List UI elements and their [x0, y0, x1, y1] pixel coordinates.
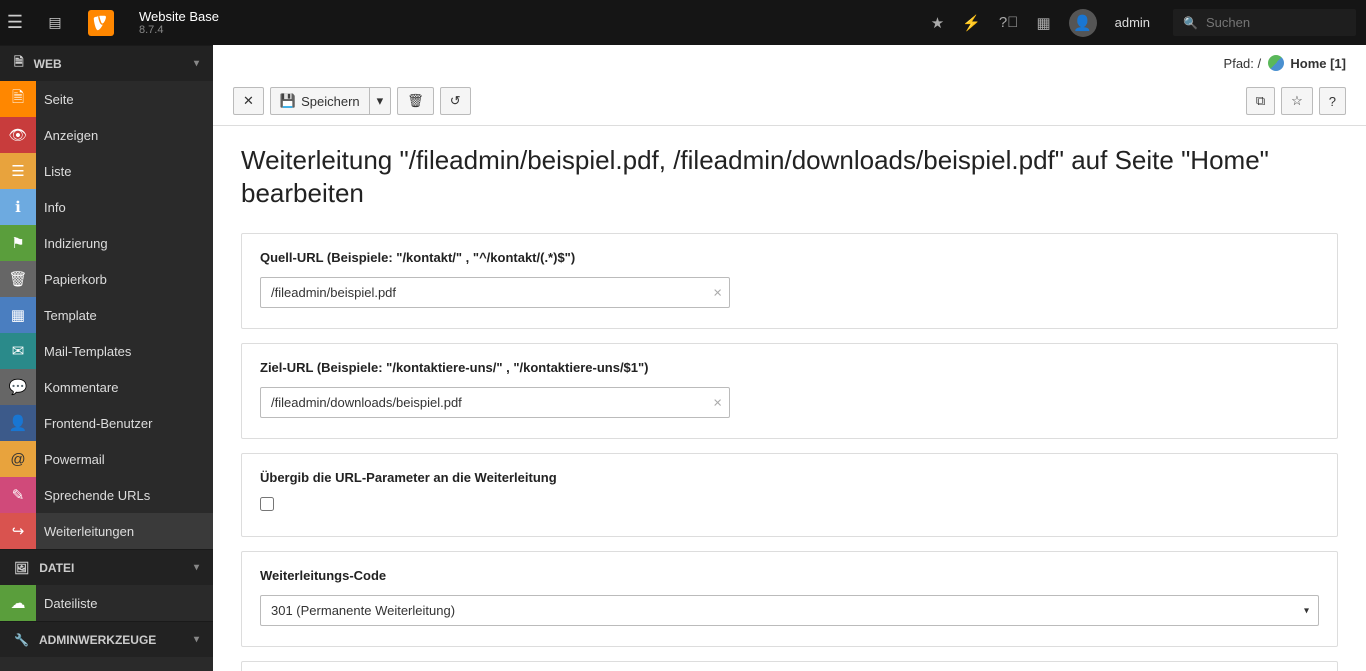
section-source-url: Quell-URL (Beispiele: "/kontakt/" , "^/k… [241, 233, 1338, 329]
info-icon: ℹ [0, 189, 36, 225]
nav-item-anzeigen[interactable]: 👁Anzeigen [0, 117, 213, 153]
index-icon: ⚑ [0, 225, 36, 261]
star-icon: ☆ [1291, 93, 1303, 109]
mail-icon: ✉ [0, 333, 36, 369]
nav-item-sprechende-urls[interactable]: ✎Sprechende URLs [0, 477, 213, 513]
topbar: ☰ ▤ Website Base 8.7.4 ★ ⚡ ?⃝ ▦ 👤 admin … [0, 0, 1366, 45]
question-icon: ? [1329, 94, 1336, 109]
menu-toggle-icon[interactable]: ☰ [0, 12, 30, 33]
typo3-logo [88, 10, 114, 36]
section-target-url: Ziel-URL (Beispiele: "/kontaktiere-uns/"… [241, 343, 1338, 439]
nav-item-powermail[interactable]: @Powermail [0, 441, 213, 477]
wrench-icon: 🔧 [14, 633, 29, 647]
undo-icon: ↺ [450, 93, 461, 109]
nav-item-seite[interactable]: 🗎Seite [0, 81, 213, 117]
save-icon: 💾 [280, 93, 296, 109]
target-url-input[interactable] [260, 387, 730, 418]
chevron-down-icon: ▾ [377, 93, 384, 109]
search-icon: 🔍 [1183, 16, 1198, 30]
eye-icon: 👁 [0, 117, 36, 153]
clear-icon[interactable]: × [713, 394, 722, 411]
filelist-icon: ☁ [0, 585, 36, 621]
app-icon[interactable]: ▦ [1036, 14, 1050, 32]
list-icon: ☰ [0, 153, 36, 189]
nav-header-admin[interactable]: 🔧 ADMINWERKZEUGE▾ [0, 621, 213, 657]
passparams-label: Übergib die URL-Parameter an die Weiterl… [260, 470, 1319, 485]
help-button[interactable]: ? [1319, 87, 1346, 115]
passparams-checkbox[interactable] [260, 497, 274, 511]
nav-item-template[interactable]: ▦Template [0, 297, 213, 333]
save-button[interactable]: 💾Speichern [270, 87, 370, 115]
site-version: 8.7.4 [139, 24, 219, 36]
code-select[interactable]: 301 (Permanente Weiterleitung) [260, 595, 1319, 626]
url-icon: ✎ [0, 477, 36, 513]
docheader: ✕ 💾Speichern ▾ 🗑 ↺ ⧉ ☆ ? [213, 77, 1366, 126]
source-url-input[interactable] [260, 277, 730, 308]
comment-icon: 💬 [0, 369, 36, 405]
bookmark-icon[interactable]: ★ [931, 14, 944, 32]
nav-item-indizierung[interactable]: ⚑Indizierung [0, 225, 213, 261]
nav-item-kommentare[interactable]: 💬Kommentare [0, 369, 213, 405]
external-icon: ⧉ [1256, 93, 1265, 109]
content-area: Pfad: / Home [1] ✕ 💾Speichern ▾ 🗑 ↺ ⧉ ☆ … [213, 45, 1366, 671]
nav-item-mailtemplates[interactable]: ✉Mail-Templates [0, 333, 213, 369]
nav-item-liste[interactable]: ☰Liste [0, 153, 213, 189]
close-button[interactable]: ✕ [233, 87, 264, 115]
flash-icon[interactable]: ⚡ [962, 14, 981, 32]
nav-item-dateiliste[interactable]: ☁Dateiliste [0, 585, 213, 621]
powermail-icon: @ [0, 441, 36, 477]
search-box[interactable]: 🔍 [1173, 9, 1356, 36]
code-label: Weiterleitungs-Code [260, 568, 1319, 583]
section-description: Beschreibung [241, 661, 1338, 671]
source-url-label: Quell-URL (Beispiele: "/kontakt/" , "^/k… [260, 250, 1319, 265]
delete-button[interactable]: 🗑 [397, 87, 434, 115]
tree-toggle-icon[interactable]: ▤ [45, 14, 65, 31]
target-url-label: Ziel-URL (Beispiele: "/kontaktiere-uns/"… [260, 360, 1319, 375]
close-icon: ✕ [243, 93, 254, 109]
favorite-button[interactable]: ☆ [1281, 87, 1313, 115]
nav-item-papierkorb[interactable]: 🗑Papierkorb [0, 261, 213, 297]
folder-icon: 🗎 [14, 53, 24, 74]
globe-icon [1268, 55, 1284, 71]
section-passparams: Übergib die URL-Parameter an die Weiterl… [241, 453, 1338, 537]
page-icon: 🗎 [0, 81, 36, 117]
breadcrumb-page[interactable]: Home [1] [1290, 56, 1346, 71]
clear-icon[interactable]: × [713, 284, 722, 301]
redirect-icon: ↪ [0, 513, 36, 549]
nav-header-datei[interactable]: 🖼 DATEI▾ [0, 549, 213, 585]
nav-item-weiterleitungen[interactable]: ↪Weiterleitungen [0, 513, 213, 549]
template-icon: ▦ [0, 297, 36, 333]
site-title: Website Base [139, 9, 219, 24]
nav-item-info[interactable]: ℹInfo [0, 189, 213, 225]
save-dropdown[interactable]: ▾ [370, 87, 392, 115]
breadcrumb: Pfad: / Home [1] [213, 45, 1366, 71]
nav-item-frontend-benutzer[interactable]: 👤Frontend-Benutzer [0, 405, 213, 441]
trash-icon: 🗑 [0, 261, 36, 297]
image-icon: 🖼 [14, 561, 29, 575]
username[interactable]: admin [1115, 15, 1150, 30]
section-code: Weiterleitungs-Code 301 (Permanente Weit… [241, 551, 1338, 647]
help-icon[interactable]: ?⃝ [999, 14, 1019, 31]
page-title: Weiterleitung "/fileadmin/beispiel.pdf, … [213, 126, 1366, 219]
nav-header-web[interactable]: 🗎 WEB▾ [0, 45, 213, 81]
sidebar: 🗎 WEB▾ 🗎Seite 👁Anzeigen ☰Liste ℹInfo ⚑In… [0, 45, 213, 671]
trash-icon: 🗑 [407, 93, 424, 109]
undo-button[interactable]: ↺ [440, 87, 471, 115]
open-new-button[interactable]: ⧉ [1246, 87, 1275, 115]
user-icon: 👤 [0, 405, 36, 441]
avatar[interactable]: 👤 [1069, 9, 1097, 37]
search-input[interactable] [1206, 15, 1346, 30]
